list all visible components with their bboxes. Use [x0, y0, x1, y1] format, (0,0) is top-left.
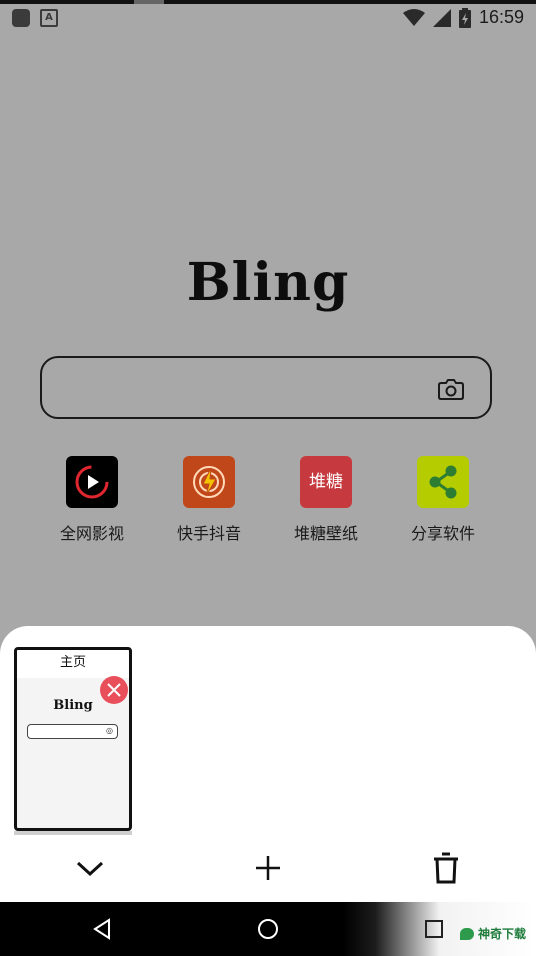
status-top-mark: [134, 0, 164, 4]
shortcut-label: 堆糖壁纸: [293, 524, 358, 543]
text-a-icon: A: [40, 9, 58, 27]
recents-icon: [425, 920, 443, 938]
tab-switcher-actions: [0, 848, 536, 898]
status-top-line: [0, 0, 536, 4]
tab-card-shadow: [14, 831, 132, 835]
shortcut-movies[interactable]: 全网影视: [33, 456, 151, 544]
share-icon[interactable]: [417, 456, 469, 508]
shortcut-label: 全网影视: [59, 524, 124, 543]
trash-icon: [434, 852, 458, 884]
back-button[interactable]: [87, 914, 117, 944]
signal-icon: [432, 8, 451, 27]
home-button[interactable]: [253, 914, 283, 944]
plus-icon: [256, 856, 280, 880]
camera-icon: ◎: [106, 726, 113, 735]
wifi-icon: [402, 8, 425, 26]
play-icon[interactable]: [66, 456, 118, 508]
home-icon: [258, 919, 278, 939]
watermark: 神奇下载: [459, 925, 526, 942]
status-left-icons: A: [12, 9, 58, 27]
search-box[interactable]: [40, 356, 492, 419]
status-time: 16:59: [478, 7, 524, 27]
watermark-text: 神奇下载: [477, 927, 526, 941]
shortcut-share[interactable]: 分享软件: [384, 456, 502, 544]
tab-preview-search: ◎: [27, 724, 118, 739]
app-icon: [12, 9, 30, 27]
status-bar: A 16:59: [0, 0, 536, 36]
close-icon: [107, 683, 121, 697]
collapse-button[interactable]: [70, 848, 110, 888]
back-icon: [93, 918, 110, 940]
duitang-icon[interactable]: 堆糖: [300, 456, 352, 508]
shortcut-shortvideo[interactable]: 快手抖音: [150, 456, 268, 544]
shortcut-wallpaper[interactable]: 堆糖 堆糖壁纸: [267, 456, 385, 544]
delete-all-tabs-button[interactable]: [426, 848, 466, 888]
shortcut-label: 快手抖音: [176, 524, 241, 543]
battery-icon: [458, 7, 471, 28]
leaf-icon: [459, 927, 474, 940]
tab-switcher-sheet: 主页 Bling ◎: [0, 626, 536, 902]
recents-button[interactable]: [419, 914, 449, 944]
duitang-icon-text: 堆糖: [309, 472, 343, 492]
tab-card[interactable]: 主页 Bling ◎: [14, 647, 132, 831]
shortcut-label: 分享软件: [410, 524, 475, 543]
status-right-icons: 16:59: [402, 7, 524, 28]
system-nav-bar: [0, 902, 536, 956]
chevron-down-icon: [76, 861, 104, 877]
camera-icon[interactable]: [438, 378, 464, 400]
new-tab-button[interactable]: [248, 848, 288, 888]
tab-title: 主页: [17, 650, 129, 678]
brand-title: Bling: [186, 252, 350, 313]
close-tab-button[interactable]: [100, 676, 128, 704]
lightning-icon[interactable]: [183, 456, 235, 508]
search-input[interactable]: [60, 372, 424, 406]
